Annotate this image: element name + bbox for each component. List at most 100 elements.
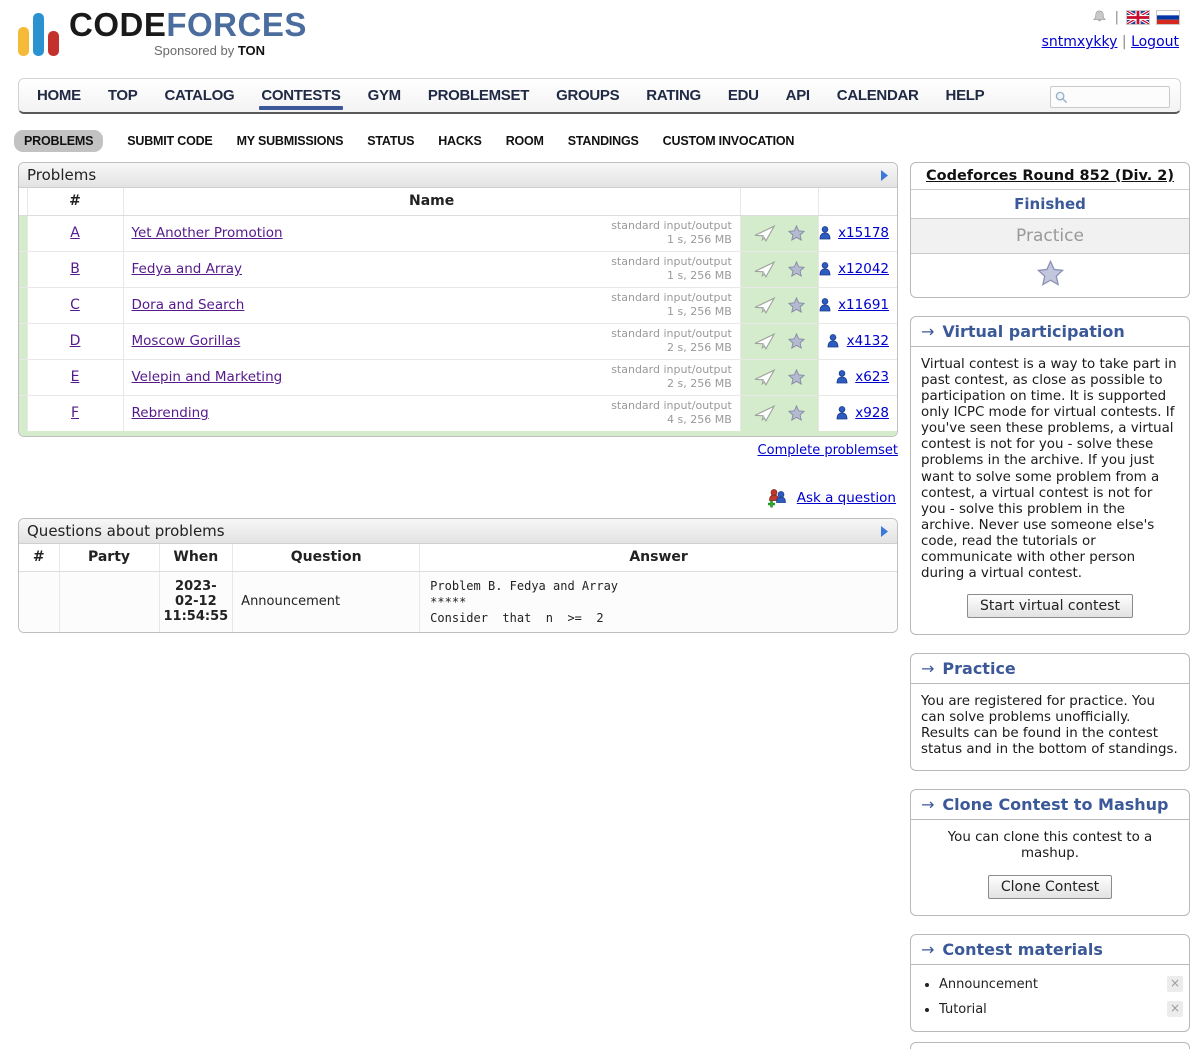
solved-count-link[interactable]: x15178 bbox=[838, 225, 889, 241]
clone-contest-button[interactable]: Clone Contest bbox=[988, 875, 1112, 899]
close-icon[interactable]: × bbox=[1167, 976, 1183, 992]
solved-count-link[interactable]: x11691 bbox=[838, 297, 889, 313]
complete-problemset-link[interactable]: Complete problemset bbox=[758, 443, 898, 458]
next-sidebar-box-edge bbox=[910, 1042, 1190, 1049]
problem-index-link[interactable]: C bbox=[70, 297, 80, 313]
subnav-custom-invocation[interactable]: CUSTOM INVOCATION bbox=[663, 134, 795, 148]
nav-item-catalog[interactable]: CATALOG bbox=[164, 79, 234, 112]
col-header-answer: Answer bbox=[420, 544, 897, 571]
problem-index-link[interactable]: F bbox=[71, 405, 79, 421]
russian-flag-icon[interactable] bbox=[1157, 11, 1179, 24]
logo-bars-icon bbox=[18, 10, 59, 56]
col-header-when: When bbox=[159, 544, 233, 571]
solved-count-link[interactable]: x4132 bbox=[847, 333, 889, 349]
solved-stripe bbox=[19, 395, 27, 431]
subnav-problems[interactable]: PROBLEMS bbox=[14, 130, 103, 152]
search-box[interactable] bbox=[1050, 86, 1170, 108]
problem-index-link[interactable]: E bbox=[71, 369, 80, 385]
question-answer: Problem B. Fedya and Array ***** Conside… bbox=[420, 571, 897, 632]
clone-mashup-box: → Clone Contest to Mashup You can clone … bbox=[910, 789, 1190, 915]
virtual-participation-text: Virtual contest is a way to take part in… bbox=[921, 357, 1177, 581]
submit-paper-plane-icon[interactable] bbox=[754, 368, 776, 387]
logout-link[interactable]: Logout bbox=[1131, 34, 1179, 50]
ask-question-link[interactable]: Ask a question bbox=[797, 490, 896, 506]
subnav-submit-code[interactable]: SUBMIT CODE bbox=[127, 134, 212, 148]
problem-limits: standard input/output1 s, 256 MB bbox=[611, 291, 732, 319]
expand-arrow-icon[interactable] bbox=[880, 525, 889, 538]
problem-name-link[interactable]: Dora and Search bbox=[132, 297, 245, 313]
clone-mashup-text: You can clone this contest to a mashup. bbox=[948, 830, 1153, 861]
user-handle-link[interactable]: sntmxykky bbox=[1042, 34, 1118, 50]
problem-name-link[interactable]: Yet Another Promotion bbox=[132, 225, 283, 241]
logo-bar-blue bbox=[33, 13, 44, 56]
subnav-status[interactable]: STATUS bbox=[367, 134, 414, 148]
subnav-hacks[interactable]: HACKS bbox=[438, 134, 481, 148]
top-header: CODEFORCES Sponsored by TON | bbox=[0, 0, 1193, 76]
solved-stripe bbox=[19, 323, 27, 359]
col-header-name: Name bbox=[123, 188, 740, 215]
solved-count-link[interactable]: x928 bbox=[855, 405, 889, 421]
solved-count-link[interactable]: x12042 bbox=[838, 261, 889, 277]
english-flag-icon[interactable] bbox=[1127, 11, 1149, 24]
nav-item-home[interactable]: HOME bbox=[37, 79, 81, 112]
contest-title-link[interactable]: Codeforces Round 852 (Div. 2) bbox=[926, 168, 1174, 184]
favorite-star-icon[interactable] bbox=[788, 225, 805, 241]
solver-person-icon bbox=[836, 406, 848, 420]
start-virtual-contest-button[interactable]: Start virtual contest bbox=[967, 594, 1133, 618]
arrow-icon: → bbox=[921, 795, 934, 814]
submit-paper-plane-icon[interactable] bbox=[754, 404, 776, 423]
col-header-party: Party bbox=[59, 544, 159, 571]
problem-name-link[interactable]: Velepin and Marketing bbox=[132, 369, 283, 385]
search-input[interactable] bbox=[1071, 90, 1163, 104]
nav-item-help[interactable]: HELP bbox=[946, 79, 985, 112]
material-item-tutorial[interactable]: Tutorial × bbox=[939, 1002, 1189, 1017]
solved-stripe bbox=[19, 251, 27, 287]
problem-index-link[interactable]: D bbox=[70, 333, 81, 349]
questions-header-row: # Party When Question Answer bbox=[19, 544, 897, 571]
solved-count-link[interactable]: x623 bbox=[855, 369, 889, 385]
submit-paper-plane-icon[interactable] bbox=[754, 260, 776, 279]
solver-person-icon bbox=[827, 334, 839, 348]
nav-item-top[interactable]: TOP bbox=[108, 79, 138, 112]
subnav-standings[interactable]: STANDINGS bbox=[568, 134, 639, 148]
ask-question-icon bbox=[767, 488, 788, 508]
favorite-star-icon[interactable] bbox=[788, 369, 805, 385]
codeforces-logo[interactable]: CODEFORCES Sponsored by TON bbox=[18, 8, 1179, 57]
nav-item-edu[interactable]: EDU bbox=[728, 79, 759, 112]
nav-item-calendar[interactable]: CALENDAR bbox=[837, 79, 919, 112]
favorite-contest-star-icon[interactable] bbox=[1037, 260, 1064, 286]
material-item-announcement[interactable]: Announcement × bbox=[939, 977, 1189, 992]
problem-name-link[interactable]: Fedya and Array bbox=[132, 261, 243, 277]
submit-paper-plane-icon[interactable] bbox=[754, 224, 776, 243]
problems-header-row: # Name bbox=[19, 188, 897, 215]
nav-item-groups[interactable]: GROUPS bbox=[556, 79, 619, 112]
arrow-icon: → bbox=[921, 940, 934, 959]
sidebar: Codeforces Round 852 (Div. 2) Finished P… bbox=[910, 162, 1190, 1049]
bell-icon[interactable] bbox=[1092, 9, 1107, 25]
solver-person-icon bbox=[836, 370, 848, 384]
favorite-star-icon[interactable] bbox=[788, 405, 805, 421]
lang-separator: | bbox=[1115, 10, 1119, 25]
submit-paper-plane-icon[interactable] bbox=[754, 332, 776, 351]
problem-name-link[interactable]: Moscow Gorillas bbox=[132, 333, 241, 349]
problem-index-link[interactable]: B bbox=[70, 261, 80, 277]
subnav-room[interactable]: ROOM bbox=[506, 134, 544, 148]
practice-box: → Practice You are registered for practi… bbox=[910, 653, 1190, 771]
submit-paper-plane-icon[interactable] bbox=[754, 296, 776, 315]
contest-materials-box: → Contest materials Announcement × Tutor… bbox=[910, 934, 1190, 1032]
nav-item-problemset[interactable]: PROBLEMSET bbox=[428, 79, 529, 112]
expand-arrow-icon[interactable] bbox=[880, 169, 889, 182]
problem-index-link[interactable]: A bbox=[70, 225, 80, 241]
favorite-star-icon[interactable] bbox=[788, 261, 805, 277]
logo-bar-yellow bbox=[18, 27, 29, 56]
subnav-my-submissions[interactable]: MY SUBMISSIONS bbox=[237, 134, 344, 148]
nav-item-api[interactable]: API bbox=[786, 79, 810, 112]
nav-item-rating[interactable]: RATING bbox=[646, 79, 701, 112]
close-icon[interactable]: × bbox=[1167, 1001, 1183, 1017]
favorite-star-icon[interactable] bbox=[788, 333, 805, 349]
logo-bar-red bbox=[48, 31, 59, 56]
nav-item-gym[interactable]: GYM bbox=[368, 79, 401, 112]
problem-name-link[interactable]: Rebrending bbox=[132, 405, 209, 421]
nav-item-contests[interactable]: CONTESTS bbox=[261, 79, 340, 112]
favorite-star-icon[interactable] bbox=[788, 297, 805, 313]
